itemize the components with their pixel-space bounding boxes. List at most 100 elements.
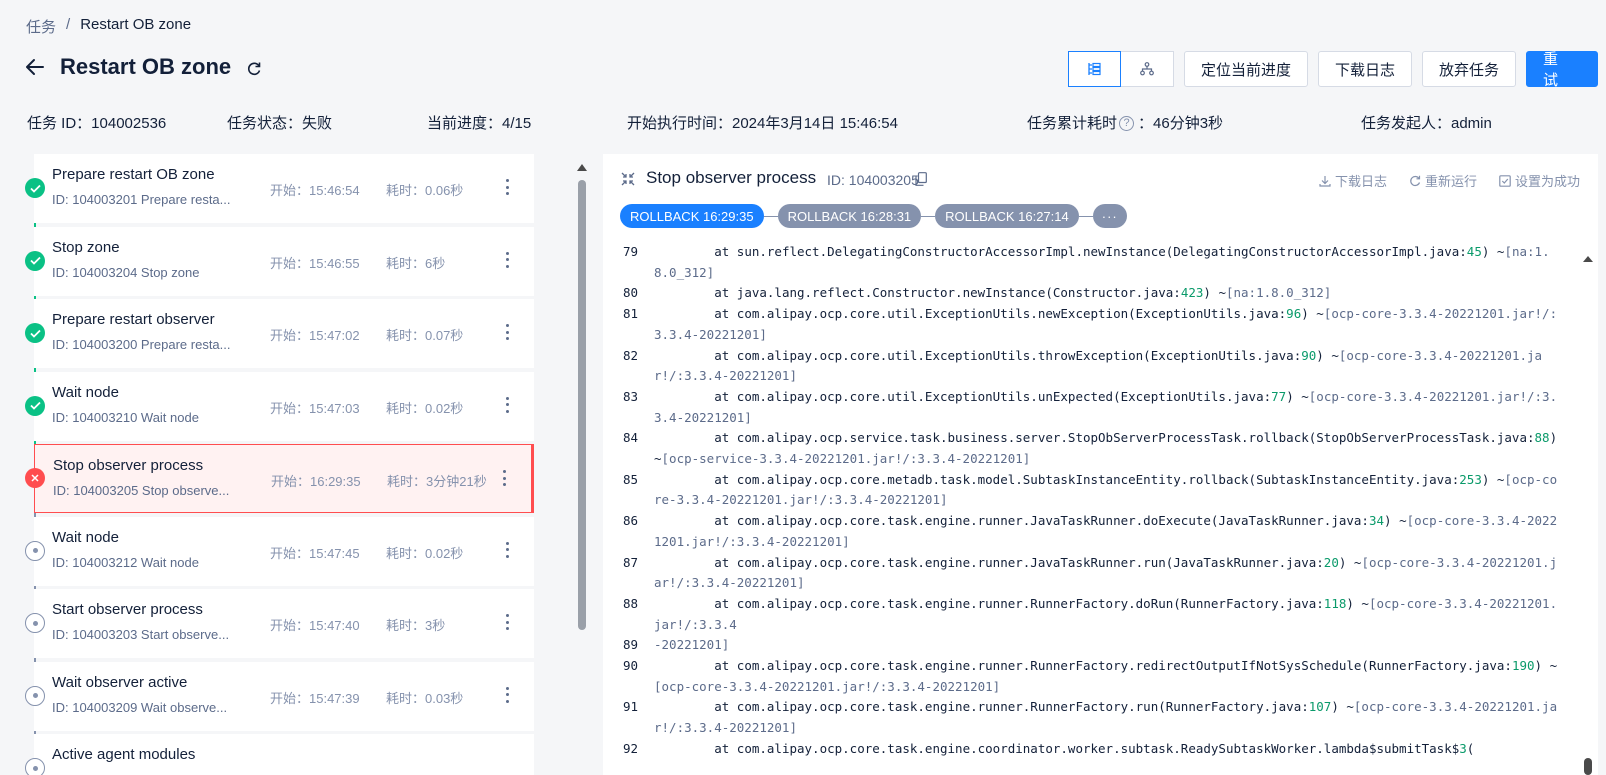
locate-progress-button[interactable]: 定位当前进度 [1183,51,1308,87]
log-jar: [ocp-service-3.3.4-20221201.jar!/:3.3.4-… [661,451,1031,467]
more-vertical-icon[interactable] [502,611,512,633]
log-line-number: 88 [623,595,639,611]
log-text: ) ~ [1203,285,1226,301]
rollback-tag[interactable]: ROLLBACK 16:28:31 [777,204,922,228]
log-line-number: 79 [623,244,639,259]
log-line-number: 90 [623,658,639,674]
log-text: ) ~ [1338,554,1362,570]
collapse-icon[interactable] [621,172,635,186]
subtask-item[interactable]: Prepare restart OB zone ID: 104003201 Pre… [34,154,534,223]
subtask-id: ID: 104003200 Prepare resta... [52,337,231,352]
log-text: ) ~ [1481,244,1505,259]
more-vertical-icon[interactable] [502,321,512,343]
subtask-id: ID: 104003209 Wait observe... [52,699,228,715]
subtask-start-time: 开始：16:29:35 [271,474,361,489]
log-text: at com.alipay.ocp.core.metadb.task.model… [654,471,1460,487]
subtask-item[interactable]: Wait observer active ID: 104003209 Wait o… [34,661,534,731]
scroll-thumb[interactable] [1584,758,1592,775]
log-line-ref: 45 [1466,244,1482,259]
flow-chart-icon [1140,62,1154,76]
scroll-up-icon[interactable] [577,164,587,171]
log-text: at com.alipay.ocp.core.util.ExceptionUti… [654,306,1287,322]
detail-mark-success-label: 设置为成功 [1514,174,1580,189]
log-line-number: 86 [623,513,639,529]
log-line: 88 at com.alipay.ocp.core.task.engine.ru… [603,594,1563,635]
subtask-duration: 耗时：3秒 [386,618,446,633]
more-vertical-icon[interactable] [499,467,509,489]
log-text: at com.alipay.ocp.core.task.engine.runne… [654,554,1324,570]
download-icon [1319,175,1331,187]
log-line: 86 at com.alipay.ocp.core.task.engine.ru… [603,511,1563,552]
refresh-icon[interactable] [245,60,263,78]
subtask-name: Stop zone [52,238,120,256]
view-toggle [1067,51,1174,87]
log-text: at com.alipay.ocp.core.util.ExceptionUti… [654,347,1302,363]
log-jar: -20221201] [654,637,730,653]
subtask-item[interactable]: Start observer process ID: 104003203 Star… [34,589,534,658]
log-jar: [ocp-core-3.3.4-20221201.jar!/:3.3.4-202… [654,678,1001,694]
rollback-tag[interactable]: ROLLBACK 16:27:14 [935,204,1079,228]
task-detail-page: 任务 / Restart OB zone Restart OB zone 定位当… [0,0,1606,775]
subtask-id: ID: 104003201 Prepare resta... [52,192,231,207]
success-check-icon [25,395,45,416]
subtask-name: Wait node [52,528,119,546]
back-arrow-icon[interactable] [24,56,46,78]
log-text: ) ~ [1286,388,1309,404]
copy-icon[interactable] [915,172,927,186]
log-line-ref: 118 [1323,595,1347,611]
breadcrumb-separator: / [66,16,71,33]
detail-actions: 下载日志 重新运行 设置为成功 [1319,171,1580,190]
detail-download-label: 下载日志 [1334,174,1387,189]
tag-connector [921,215,936,217]
subtask-id: ID: 104003205 Stop observe... [53,483,230,498]
detail-download-log[interactable]: 下载日志 [1319,171,1387,190]
scroll-thumb[interactable] [578,180,586,630]
subtask-list: Prepare restart OB zone ID: 104003201 Pre… [24,154,544,775]
subtask-item[interactable]: Stop observer process ID: 104003205 Stop … [34,444,534,513]
pending-dot-icon [25,540,45,561]
log-text: ) ~ [1346,595,1369,611]
list-view-button[interactable] [1067,51,1121,87]
subtask-list-scrollbar[interactable] [574,154,590,775]
download-log-button[interactable]: 下载日志 [1317,51,1412,87]
detail-rerun-label: 重新运行 [1424,174,1477,189]
success-check-icon [25,250,45,271]
subtask-duration: 耗时：0.07秒 [386,328,464,343]
more-tags-button[interactable]: ··· [1092,204,1127,228]
list-tree-icon [1088,62,1102,76]
scroll-up-icon[interactable] [1583,256,1593,262]
log-text: ) ~ [1316,347,1339,363]
rerun-icon [1410,175,1421,186]
flow-view-button[interactable] [1120,51,1174,87]
detail-header: Stop observer process ID: 104003205 下载日志… [603,154,1598,194]
log-viewer[interactable]: 79 at sun.reflect.DelegatingConstructorA… [603,242,1563,775]
more-vertical-icon[interactable] [502,176,512,198]
retry-button[interactable]: 重 试 [1526,51,1598,89]
rollback-tags: ROLLBACK 16:29:35 ROLLBACK 16:28:31 ROLL… [620,204,1127,228]
more-vertical-icon[interactable] [502,394,512,416]
subtask-duration: 耗时：0.03秒 [386,690,464,706]
breadcrumb: 任务 / Restart OB zone [26,16,191,37]
log-line-ref: 96 [1286,306,1302,322]
breadcrumb-parent[interactable]: 任务 [26,16,56,37]
subtask-name: Wait node [52,383,119,401]
detail-mark-success[interactable]: 设置为成功 [1499,171,1580,190]
log-text: ) ~ [1481,471,1505,487]
abandon-task-button[interactable]: 放弃任务 [1421,51,1516,87]
log-line-ref: 3 [1459,740,1467,756]
more-vertical-icon[interactable] [502,249,512,271]
subtask-start-time: 开始：15:46:55 [270,255,360,271]
task-status: 任务状态：失败 [227,115,333,132]
detail-rerun[interactable]: 重新运行 [1409,171,1477,190]
rollback-tag[interactable]: ROLLBACK 16:29:35 [620,204,764,228]
help-icon[interactable]: ? [1119,115,1135,131]
subtask-item[interactable]: Wait node ID: 104003212 Wait node 开始：15:47… [34,516,534,586]
subtask-item[interactable]: Wait node ID: 104003210 Wait node 开始：15:47… [34,371,534,441]
more-vertical-icon[interactable] [502,539,512,561]
subtask-item[interactable]: Stop zone ID: 104003204 Stop zone 开始：15:46… [34,226,534,296]
log-jar: [na:1.8.0_312] [1225,285,1332,301]
subtask-item[interactable]: Prepare restart observer ID: 104003200 Pr… [34,299,534,368]
log-scrollbar[interactable] [1578,242,1598,775]
subtask-item[interactable]: Active agent modules [34,734,534,775]
more-vertical-icon[interactable] [502,684,512,706]
